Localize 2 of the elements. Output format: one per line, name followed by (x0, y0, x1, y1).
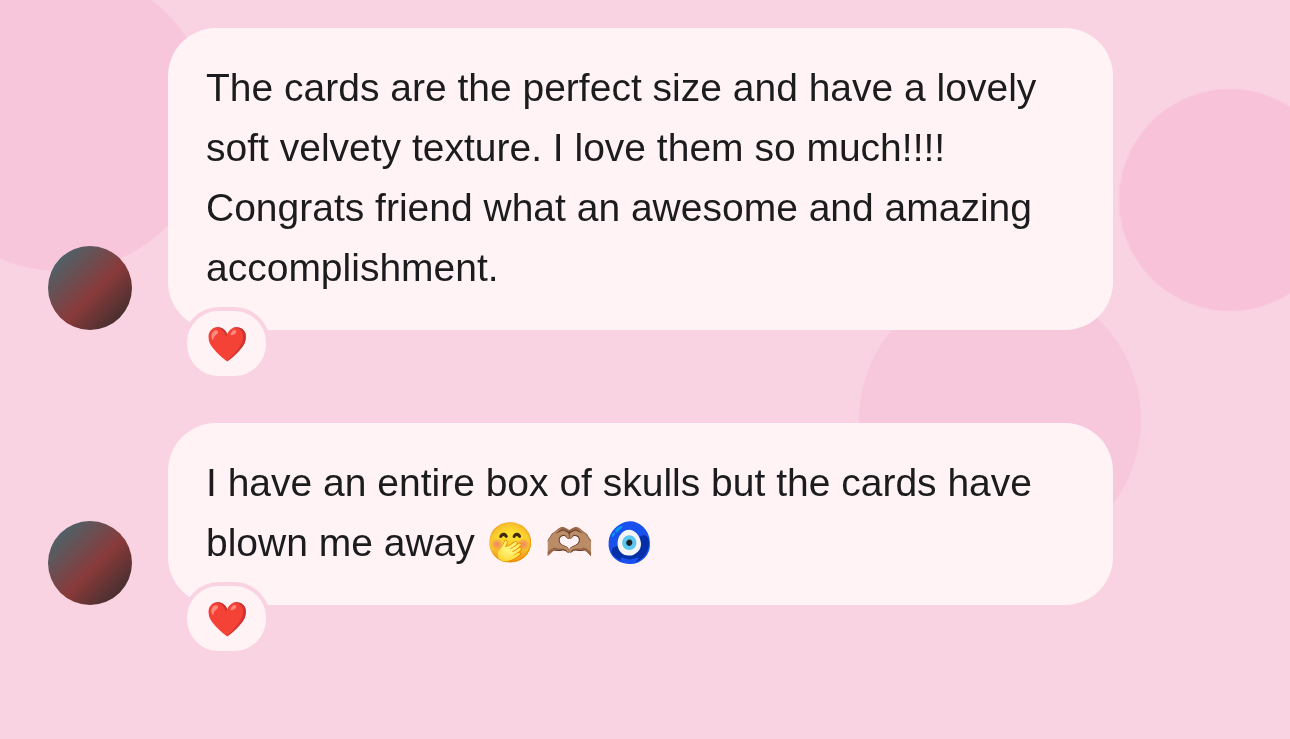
message-text: I have an entire box of skulls but the cards have blown me away 🤭 🫶🏽 🧿 (206, 461, 1032, 564)
message-text: The cards are the perfect size and have a lovely soft velvety texture. I love them so much!!!! Congrats friend what an awesome and amazing accomplishment. (206, 66, 1037, 289)
